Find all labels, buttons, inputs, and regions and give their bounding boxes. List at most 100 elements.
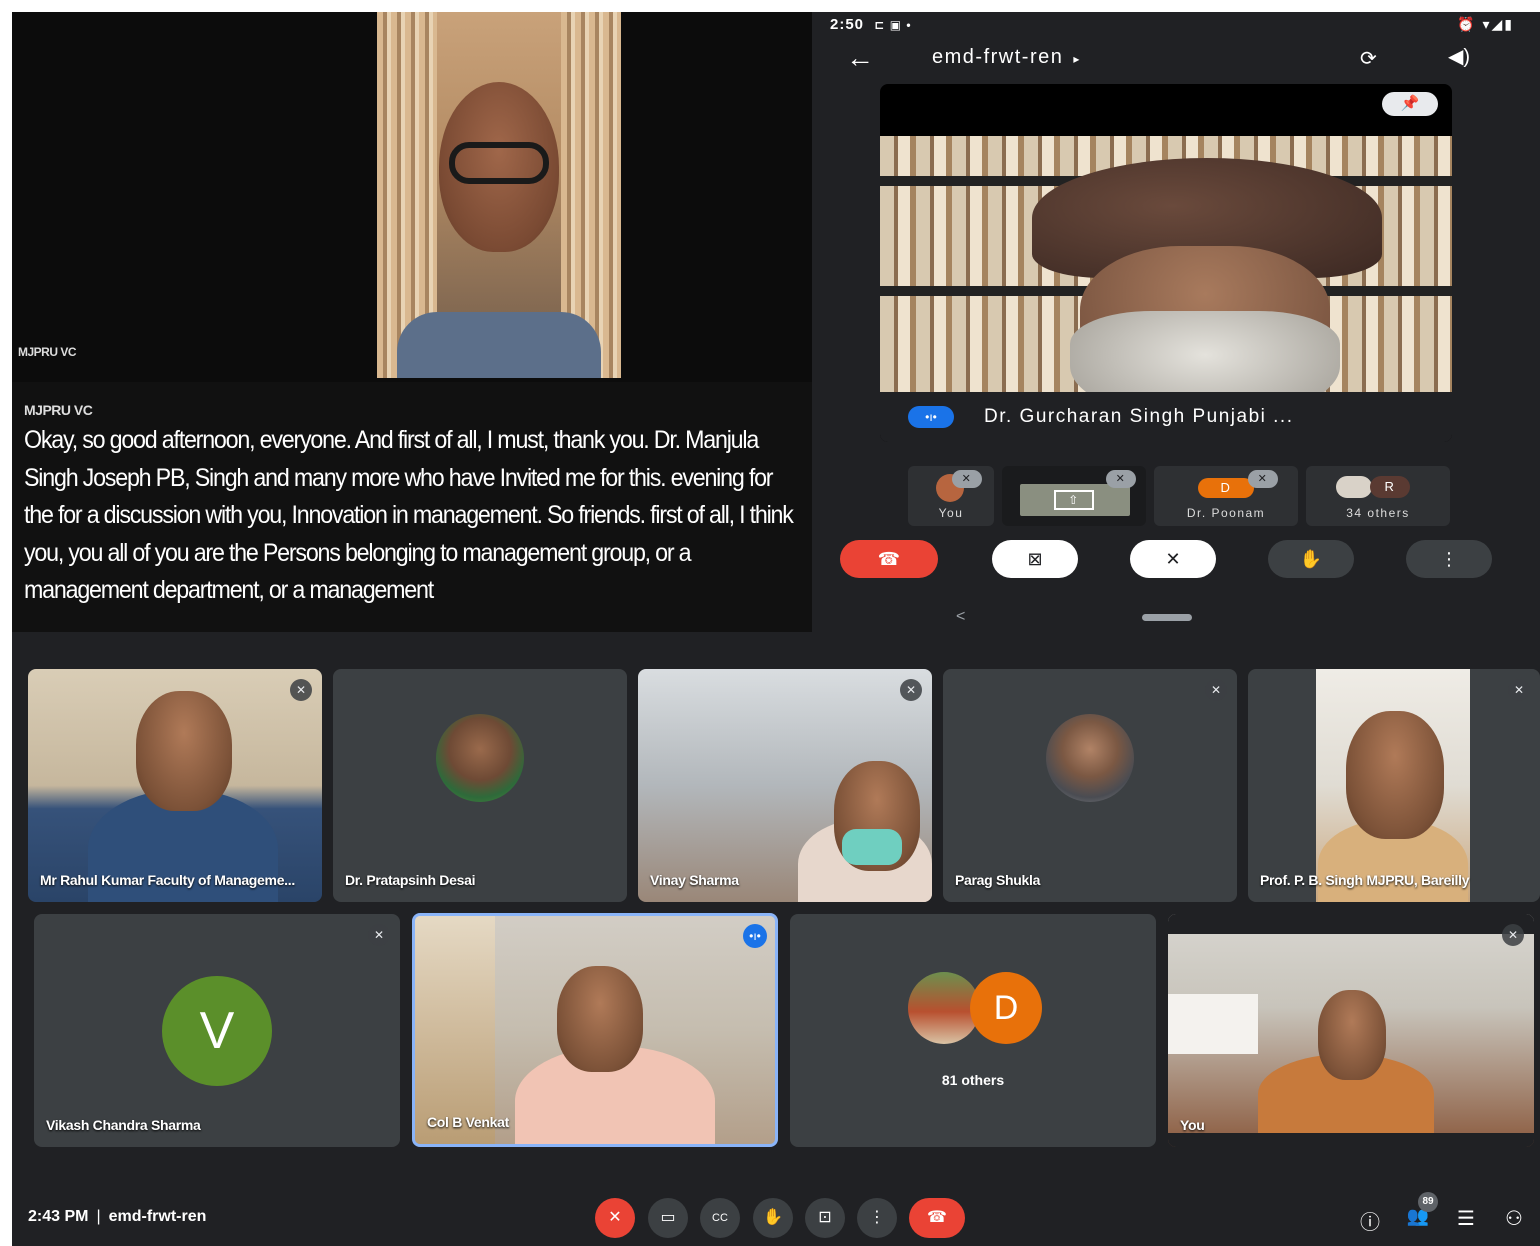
raise-hand-button[interactable]: ✋ — [753, 1198, 793, 1238]
self-tile[interactable]: ✕ You — [1168, 914, 1534, 1147]
caption-speaker: MJPRU VC — [24, 402, 93, 418]
others-avatars: D — [790, 972, 1156, 1052]
participant-tile-active-speaker[interactable]: •ı• Col B Venkat — [412, 913, 778, 1147]
activities-icon[interactable]: ⚇ — [1500, 1206, 1528, 1231]
avatar: D — [970, 972, 1042, 1044]
present-button[interactable]: ⊡ — [805, 1198, 845, 1238]
participant-name: Parag Shukla — [955, 872, 1041, 888]
avatar — [436, 713, 524, 802]
participant-tile[interactable]: Dr. Pratapsinh Desai — [333, 669, 627, 902]
mic-off-icon: ✕ — [1205, 679, 1227, 701]
thumb-label: 34 others — [1346, 506, 1410, 520]
caption-text: Okay, so good afternoon, everyone. And f… — [24, 426, 794, 604]
thumb-label: You — [938, 506, 964, 520]
frame-bottom — [1168, 1133, 1534, 1147]
speaking-indicator-icon: •ı• — [743, 924, 767, 948]
meeting-details: 2:43 PM | emd-frwt-ren — [28, 1208, 206, 1226]
presenter-video — [377, 12, 621, 378]
main-speaker-video — [880, 136, 1452, 392]
chat-icon[interactable]: ☰ — [1452, 1206, 1480, 1231]
projector-screen — [1168, 994, 1258, 1054]
main-speaker-name: Dr. Gurcharan Singh Punjabi ... — [984, 406, 1294, 427]
nav-back-icon[interactable]: < — [956, 608, 965, 626]
participant-face — [557, 966, 643, 1072]
mic-off-icon: ✕ — [1248, 470, 1278, 488]
mic-off-icon: ✕ — [368, 924, 390, 946]
others-tile[interactable]: D 81 others — [790, 914, 1156, 1147]
phone-call-controls: ☎ ⊠ ✕ ✋ ⋮ — [840, 540, 1500, 578]
end-call-button[interactable]: ☎ — [840, 540, 938, 578]
presenter-glasses — [449, 142, 549, 184]
speaking-indicator-icon: •ı• — [908, 406, 954, 428]
pin-icon[interactable]: 📌 — [1382, 92, 1438, 116]
participant-name: Vinay Sharma — [650, 872, 739, 888]
leave-call-button[interactable]: ☎ — [909, 1198, 965, 1238]
participant-name: Vikash Chandra Sharma — [46, 1117, 201, 1133]
participant-name: Col B Venkat — [427, 1114, 509, 1130]
participant-face — [1346, 711, 1444, 839]
mic-off-icon: ✕ — [1502, 924, 1524, 946]
thumb-screen-share[interactable]: ⇧ ✕ — [1002, 466, 1146, 526]
mic-off-icon: ✕ — [290, 679, 312, 701]
avatar: D — [1198, 478, 1254, 498]
participant-tile[interactable]: ✕ Prof. P. B. Singh MJPRU, Bareilly — [1248, 669, 1540, 902]
phone-screen: 2:50 ⊏ ▣ • ⏰ ▾◢▮ ← emd-frwt-ren ▸ ⟳ ◀) 📌 … — [812, 12, 1540, 632]
camera-switch-icon[interactable]: ⟳ — [1360, 46, 1377, 71]
captions-button[interactable]: CC — [700, 1198, 740, 1238]
mic-off-icon: ✕ — [1106, 470, 1136, 488]
clock: 2:43 PM — [28, 1208, 89, 1225]
back-arrow-icon[interactable]: ← — [846, 42, 874, 74]
participant-name: Prof. P. B. Singh MJPRU, Bareilly — [1260, 872, 1470, 888]
participant-tile[interactable]: ✕ Mr Rahul Kumar Faculty of Manageme... — [28, 669, 322, 902]
phone-main-video[interactable]: 📌 •ı• Dr. Gurcharan Singh Punjabi ... — [880, 84, 1452, 442]
present-icon: ⇧ — [1054, 490, 1094, 510]
nav-home-pill[interactable] — [1142, 614, 1192, 621]
meet-bottom-bar: 2:43 PM | emd-frwt-ren ✕ ▭ CC ✋ ⊡ ⋮ ☎ ⓘ 👥 … — [12, 1188, 1540, 1246]
participant-tile[interactable]: ✕ Parag Shukla — [943, 669, 1237, 902]
thumb-label: Dr. Poonam — [1186, 506, 1266, 520]
more-options-button[interactable]: ⋮ — [1406, 540, 1492, 578]
mic-off-button[interactable]: ✕ — [1130, 540, 1216, 578]
raise-hand-button[interactable]: ✋ — [1268, 540, 1354, 578]
mic-off-icon: ✕ — [1508, 679, 1530, 701]
thumb-you[interactable]: ✕ You — [908, 466, 994, 526]
caret-right-icon: ▸ — [1073, 52, 1081, 66]
meeting-code: emd-frwt-ren — [108, 1208, 207, 1225]
presenter-name: MJPRU VC — [18, 345, 77, 359]
phone-status-time: 2:50 ⊏ ▣ • — [830, 16, 912, 33]
avatar — [1046, 713, 1134, 802]
participant-name: Mr Rahul Kumar Faculty of Manageme... — [40, 872, 295, 888]
caption-box: MJPRU VC Okay, so good afternoon, everyo… — [12, 382, 812, 632]
mic-off-icon: ✕ — [900, 679, 922, 701]
participant-name: You — [1180, 1117, 1205, 1133]
door-frame — [415, 916, 495, 1144]
speaker-icon[interactable]: ◀) — [1448, 44, 1470, 69]
participant-tile[interactable]: V ✕ Vikash Chandra Sharma — [34, 914, 400, 1147]
camera-button[interactable]: ▭ — [648, 1198, 688, 1238]
others-count: 81 others — [941, 1072, 1005, 1088]
mic-off-icon: ✕ — [952, 470, 982, 488]
info-icon[interactable]: ⓘ — [1356, 1206, 1384, 1235]
separator: | — [96, 1208, 101, 1225]
share-preview: ⇧ — [1020, 484, 1130, 516]
people-count-badge: 89 — [1418, 1192, 1438, 1212]
mic-off-button[interactable]: ✕ — [595, 1198, 635, 1238]
presenter-shirt — [397, 312, 601, 378]
main-speaker-namebar: •ı• Dr. Gurcharan Singh Punjabi ... — [880, 392, 1452, 442]
avatar: R — [1370, 476, 1410, 498]
participant-name: Dr. Pratapsinh Desai — [345, 872, 476, 888]
camera-off-button[interactable]: ⊠ — [992, 540, 1078, 578]
thumb-dr-poonam[interactable]: D ✕ Dr. Poonam — [1154, 466, 1298, 526]
meeting-stage: MJPRU VC MJPRU VC Okay, so good afternoo… — [12, 12, 1540, 1246]
avatar — [1336, 476, 1372, 498]
speaker-beard — [1070, 311, 1340, 392]
participant-tile[interactable]: ✕ Vinay Sharma — [638, 669, 932, 902]
more-options-button[interactable]: ⋮ — [857, 1198, 897, 1238]
face-mask — [842, 829, 902, 865]
phone-status-icons: ⏰ ▾◢▮ — [1457, 16, 1514, 32]
frame-top — [1168, 914, 1534, 934]
presentation-tile[interactable]: MJPRU VC MJPRU VC Okay, so good afternoo… — [12, 12, 812, 632]
phone-meeting-title[interactable]: emd-frwt-ren ▸ — [932, 46, 1081, 69]
participant-face — [1318, 990, 1386, 1080]
thumb-others[interactable]: R 34 others — [1306, 466, 1450, 526]
